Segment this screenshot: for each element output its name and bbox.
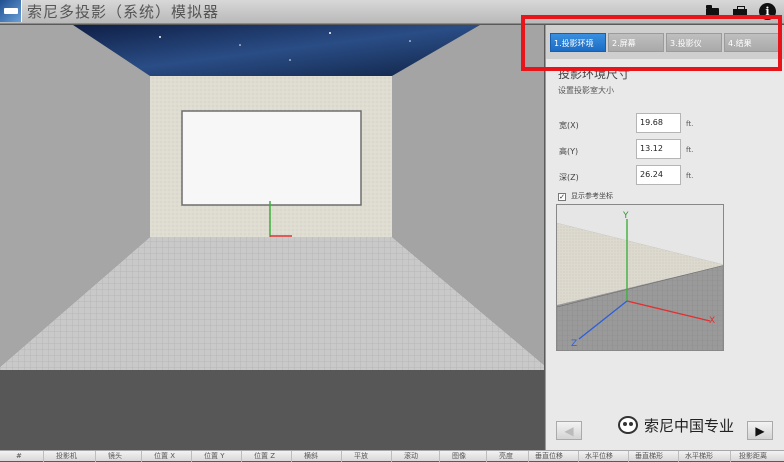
- col-throw-distance[interactable]: 投影距离: [731, 451, 784, 462]
- col-projector[interactable]: 投影机: [44, 451, 96, 462]
- watermark: 索尼中国专业: [618, 412, 768, 438]
- width-input[interactable]: 19.68: [636, 113, 681, 133]
- show-axes-checkbox[interactable]: ✓: [558, 193, 566, 201]
- app-title: 索尼多投影（系统）模拟器: [27, 3, 220, 21]
- settings-panel: 1.投影环境 2.屏幕 3.投影仪 4.结果 投影环境尺寸 设置投影室大小 宽(…: [545, 25, 784, 450]
- tab-result[interactable]: 4.结果: [724, 33, 779, 52]
- col-tilt[interactable]: 横斜: [292, 451, 342, 462]
- projector-table-header: # 投影机 镜头 位置 X 位置 Y 位置 Z 横斜 平放 滚动 图像 亮度 垂…: [0, 450, 784, 462]
- axis-z-label: Z: [571, 339, 577, 349]
- width-label: 宽(X): [559, 121, 579, 130]
- col-index[interactable]: #: [0, 451, 44, 462]
- title-bar: 索尼多投影（系统）模拟器 i: [0, 0, 784, 24]
- tab-screen[interactable]: 2.屏幕: [608, 33, 664, 52]
- depth-unit: ft.: [686, 172, 694, 180]
- col-pos-y[interactable]: 位置 Y: [192, 451, 242, 462]
- folder-icon[interactable]: [703, 3, 721, 21]
- col-image[interactable]: 图像: [440, 451, 487, 462]
- show-axes-label: 显示参考坐标: [571, 192, 613, 200]
- col-pan[interactable]: 平放: [342, 451, 392, 462]
- col-roll[interactable]: 滚动: [392, 451, 440, 462]
- room-3d-viewport[interactable]: [0, 25, 544, 450]
- width-unit: ft.: [686, 120, 694, 128]
- room-scene: [0, 25, 544, 450]
- tab-room[interactable]: 1.投影环境: [550, 33, 606, 52]
- section-title: 投影环境尺寸: [558, 67, 631, 81]
- col-h-shift[interactable]: 水平位移: [579, 451, 629, 462]
- wechat-icon: [618, 416, 638, 434]
- col-pos-x[interactable]: 位置 X: [142, 451, 192, 462]
- col-pos-z[interactable]: 位置 Z: [242, 451, 292, 462]
- axis-y-label: Y: [622, 211, 629, 221]
- depth-label: 深(Z): [559, 173, 579, 182]
- col-brightness[interactable]: 亮度: [487, 451, 529, 462]
- col-lens[interactable]: 镜头: [96, 451, 142, 462]
- prev-button[interactable]: ◀: [556, 421, 582, 440]
- step-tabs: 1.投影环境 2.屏幕 3.投影仪 4.结果: [546, 25, 784, 59]
- axis-x-label: X: [709, 316, 715, 326]
- height-unit: ft.: [686, 146, 694, 154]
- toolbox-icon[interactable]: [731, 3, 749, 21]
- app-logo: [0, 0, 22, 22]
- height-input[interactable]: 13.12: [636, 139, 681, 159]
- col-v-shift[interactable]: 垂直位移: [529, 451, 579, 462]
- col-h-keystone[interactable]: 水平梯形: [679, 451, 731, 462]
- projection-screen: [181, 110, 362, 206]
- watermark-text: 索尼中国专业: [644, 416, 735, 435]
- depth-input[interactable]: 26.24: [636, 165, 681, 185]
- info-icon[interactable]: i: [759, 3, 776, 20]
- axes-preview: Y X Z: [556, 204, 724, 351]
- section-subtitle: 设置投影室大小: [558, 86, 614, 95]
- height-label: 高(Y): [559, 147, 579, 156]
- col-v-keystone[interactable]: 垂直梯形: [629, 451, 679, 462]
- tab-projector[interactable]: 3.投影仪: [666, 33, 722, 52]
